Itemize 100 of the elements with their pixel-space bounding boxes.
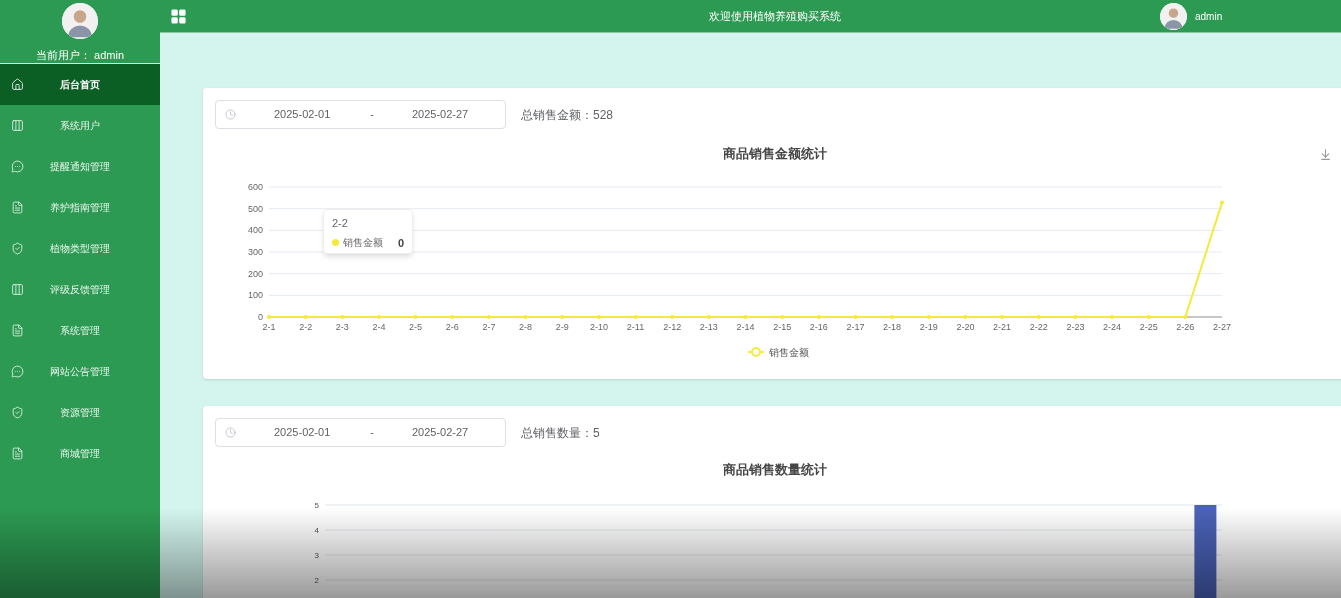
start-date: 2025-02-01 [274,107,331,123]
x-axis-label: 2-22 [1029,322,1048,332]
chart-title: 商品销售金额统计 [723,146,827,161]
tooltip-title: 2-2 [332,216,349,231]
data-point [596,315,601,319]
data-point [853,315,858,319]
data-point [743,315,748,319]
data-point [633,315,638,319]
date-range-field[interactable]: 2025-02-01 - 2025-02-27 [215,418,506,447]
x-axis-label: 2-19 [919,322,938,332]
menu-item[interactable]: 资源管理 [0,392,160,433]
end-date: 2025-02-27 [411,107,469,123]
menu-item[interactable]: 系统管理 [0,310,160,351]
data-point [816,315,821,319]
total-summary: 总销售数量：5 [521,424,600,442]
y-axis-label: 2 [314,576,319,585]
menu-item[interactable]: 养护指南管理 [0,187,160,228]
x-axis-label: 2-2 [299,322,313,332]
x-axis-label: 2-20 [956,322,975,332]
x-axis-label: 2-11 [626,322,645,332]
data-point [1000,315,1005,319]
chat-icon [11,365,24,378]
menu-item[interactable]: 提醒通知管理 [0,146,160,187]
data-point [1073,315,1078,319]
x-axis-label: 2-17 [846,322,865,332]
x-axis-label: 2-25 [1139,322,1158,332]
menu-item[interactable]: 商城管理 [0,433,160,474]
avatar [62,3,98,39]
total-summary: 总销售金额：528 [521,106,614,124]
data-point [890,315,895,319]
y-axis-label: 3 [314,551,319,560]
clock-icon [225,427,236,438]
data-point [1183,315,1188,319]
columns-icon [11,283,24,296]
menu-item[interactable]: 评级反馈管理 [0,269,160,310]
x-axis-label: 2-3 [335,322,349,332]
x-axis-label: 2-14 [736,322,755,332]
document-icon [11,447,24,460]
x-axis-label: 2-23 [1066,322,1085,332]
y-axis-label: 300 [247,247,263,257]
data-point [340,315,345,319]
data-point [1220,200,1224,205]
x-axis-label: 2-15 [773,322,792,332]
x-axis-label: 2-26 [1176,322,1195,332]
legend-marker [747,347,765,357]
x-axis-label: 2-10 [589,322,608,332]
y-axis-label: 0 [258,312,263,322]
shield-icon [11,406,24,419]
tooltip-value: 0 [397,235,404,251]
data-point [450,315,455,319]
range-separator: - [370,107,374,123]
home-icon [11,78,24,91]
avatar [1160,2,1187,30]
menu-item[interactable]: 植物类型管理 [0,228,160,269]
x-axis-label: 2-12 [663,322,682,332]
date-range-field[interactable]: 2025-02-01 - 2025-02-27 [215,100,506,129]
data-point [926,315,931,319]
x-axis-label: 2-1 [262,322,276,332]
menu-item[interactable]: 系统用户 [0,105,160,146]
y-axis-label: 400 [247,225,263,236]
x-axis-label: 2-18 [883,322,902,332]
document-icon [11,324,24,337]
y-axis-label: 500 [247,203,263,214]
legend-label: 销售金额 [769,347,809,358]
data-point [560,315,565,319]
data-point [1110,315,1115,319]
x-axis-label: 2-24 [1103,322,1122,332]
x-axis-label: 2-13 [699,322,718,332]
download-icon[interactable] [1321,149,1330,160]
header-title: 欢迎使用植物养殖购买系统 [709,8,841,24]
range-separator: - [370,425,374,441]
data-point [303,315,308,319]
data-point [1146,315,1151,319]
y-axis-label: 600 [247,182,263,192]
x-axis-label: 2-27 [1213,322,1231,332]
y-axis-label: 5 [314,501,319,510]
document-icon [11,201,24,214]
y-axis-label: 4 [314,526,319,535]
shield-icon [11,242,24,255]
chart-title: 商品销售数量统计 [723,462,827,477]
x-axis-label: 2-7 [482,322,496,332]
columns-icon [11,119,24,132]
x-axis-label: 2-5 [409,322,423,332]
data-point [413,315,418,319]
menu-item[interactable]: 网站公告管理 [0,351,160,392]
clock-icon [225,109,236,120]
x-axis-label: 2-16 [809,322,828,332]
data-point [1036,315,1041,319]
data-point [486,315,491,319]
header-user-name: admin [1195,9,1223,24]
x-axis-label: 2-4 [372,322,386,332]
x-axis-label: 2-9 [555,322,569,332]
end-date: 2025-02-27 [411,425,469,441]
start-date: 2025-02-01 [274,425,331,441]
tooltip-series: 销售金额 [343,236,383,251]
menu-item[interactable]: 后台首页 [0,64,160,105]
data-point [267,315,271,319]
data-point [523,315,528,319]
grid-menu-icon[interactable] [170,7,187,25]
y-axis-label: 200 [247,268,263,279]
